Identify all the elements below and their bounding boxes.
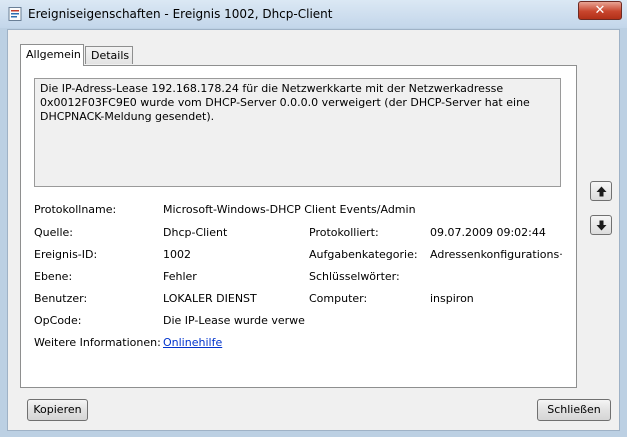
window-title: Ereigniseigenschaften - Ereignis 1002, D… bbox=[28, 7, 333, 21]
event-properties-window: Ereigniseigenschaften - Ereignis 1002, D… bbox=[0, 0, 627, 437]
source-value[interactable]: Dhcp-Client bbox=[163, 226, 227, 239]
next-event-button[interactable] bbox=[590, 215, 612, 235]
arrow-up-icon bbox=[596, 186, 607, 197]
online-help-link[interactable]: Onlinehilfe bbox=[163, 336, 222, 349]
event-properties-icon bbox=[8, 7, 22, 21]
tab-details[interactable]: Details bbox=[85, 46, 133, 64]
close-button[interactable]: Schließen bbox=[537, 399, 611, 421]
dialog-client-area: Allgemein Details Die IP-Adress-Lease 19… bbox=[7, 29, 620, 431]
title-bar[interactable]: Ereigniseigenschaften - Ereignis 1002, D… bbox=[0, 0, 627, 28]
log-name-label: Protokollname: bbox=[34, 203, 117, 216]
level-value[interactable]: Fehler bbox=[163, 270, 197, 283]
log-name-value[interactable]: Microsoft-Windows-DHCP Client Events/Adm… bbox=[163, 203, 416, 216]
task-category-label: Aufgabenkategorie: bbox=[309, 248, 418, 261]
user-value[interactable]: LOKALER DIENST bbox=[163, 292, 257, 305]
event-id-value[interactable]: 1002 bbox=[163, 248, 191, 261]
task-category-value[interactable]: Adressenkonfigurations· bbox=[430, 248, 567, 261]
arrow-down-icon bbox=[596, 220, 607, 231]
level-label: Ebene: bbox=[34, 270, 73, 283]
event-description-box[interactable]: Die IP-Adress-Lease 192.168.178.24 für d… bbox=[34, 78, 561, 187]
tab-allgemein[interactable]: Allgemein bbox=[20, 44, 84, 66]
keywords-label: Schlüsselwörter: bbox=[309, 270, 400, 283]
close-window-button[interactable]: ✕ bbox=[578, 1, 622, 20]
opcode-label: OpCode: bbox=[34, 314, 82, 327]
previous-event-button[interactable] bbox=[590, 181, 612, 201]
computer-label: Computer: bbox=[309, 292, 368, 305]
general-tab-panel: Die IP-Adress-Lease 192.168.178.24 für d… bbox=[20, 65, 577, 388]
opcode-value[interactable]: Die IP-Lease wurde verweige bbox=[163, 314, 306, 327]
event-id-label: Ereignis-ID: bbox=[34, 248, 98, 261]
user-label: Benutzer: bbox=[34, 292, 88, 305]
copy-button[interactable]: Kopieren bbox=[27, 399, 88, 421]
computer-value[interactable]: inspiron bbox=[430, 292, 474, 305]
source-label: Quelle: bbox=[34, 226, 73, 239]
logged-value[interactable]: 09.07.2009 09:02:44 bbox=[430, 226, 546, 239]
logged-label: Protokolliert: bbox=[309, 226, 379, 239]
more-info-label: Weitere Informationen: bbox=[34, 336, 161, 349]
